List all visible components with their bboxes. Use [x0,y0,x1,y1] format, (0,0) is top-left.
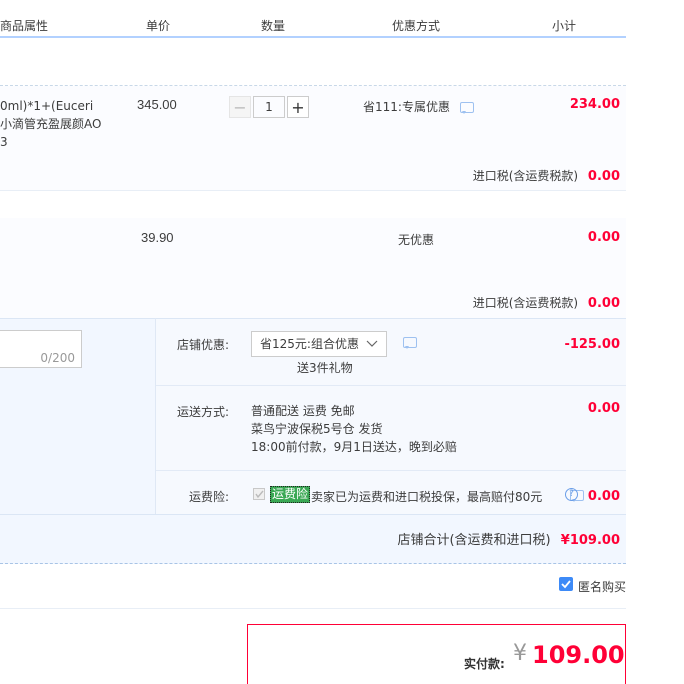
header-discount: 优惠方式 [392,19,441,33]
shipping-line2: 菜鸟宁波保税5号仓 发货 [251,422,383,436]
anonymous-checkbox[interactable] [559,577,573,591]
item1-name-line1: 0ml)*1+(Euceri [0,99,94,113]
header-quantity: 数量 [261,19,286,33]
header-subtotal: 小计 [552,19,577,33]
item1-name[interactable]: 0ml)*1+(Euceri 小滴管充盈展颜AO 3 [0,97,101,151]
item1-tax-label: 进口税(含运费税款) [472,169,579,183]
item1-name-line2: 小滴管充盈展颜AO [0,117,102,131]
store-total-value: ¥109.00 [560,533,620,548]
payment-label: 实付款: [464,657,505,671]
check-icon [561,580,571,589]
shipping-line3: 18:00前付款，9月1日送达，晚到必赔 [251,440,457,454]
item1-name-line3: 3 [0,135,8,149]
item2-tax: 进口税(含运费税款) 0.00 [473,294,620,311]
store-discount-label: 店铺优惠: [177,338,230,352]
quantity-input[interactable]: 1 [253,96,285,118]
increase-button[interactable]: + [287,96,309,118]
payment-total: 109.00 [532,641,625,669]
cart-header: 商品属性 单价 数量 优惠方式 小计 [0,0,626,38]
note-char-counter: 0/200 [40,351,75,365]
item1-tax: 进口税(含运费税款) 0.00 [473,167,620,184]
item2-discount: 无优惠 [398,233,435,247]
store-discount-selected: 省125元:组合优惠 [260,337,359,351]
item2-tax-label: 进口税(含运费税款) [472,296,579,310]
chevron-down-icon [366,340,378,347]
store-discount-message-icon[interactable] [403,337,417,349]
payment-box: 实付款: ¥ 109.00 [247,624,626,684]
shipping-value: 0.00 [587,401,620,416]
insurance-badge: 运费险 [270,486,311,503]
insurance-checkbox[interactable] [253,488,265,500]
store-discount-value: -125.00 [564,337,620,352]
item1-unit-price: 345.00 [137,97,177,112]
insurance-text: 卖家已为运费和进口税投保，最高赔付80元 [311,490,543,504]
store-total-label: 店铺合计(含运费和进口税) [397,533,551,548]
item2-tax-value: 0.00 [587,296,620,311]
payment-currency: ¥ [513,641,527,666]
store-discount-select[interactable]: 省125元:组合优惠 [251,331,387,357]
item1-discount: 省111:专属优惠 [363,98,474,115]
item1-subtotal: 234.00 [569,97,620,112]
message-icon[interactable] [459,102,474,114]
check-icon [255,490,264,499]
item2-unit-price: 39.90 [141,230,174,245]
header-unit-price: 单价 [146,19,171,33]
store-total: 店铺合计(含运费和进口税) ¥109.00 [397,529,620,548]
item1-discount-text: 省111:专属优惠 [363,100,450,114]
insurance-label: 运费险: [189,490,230,504]
shipping-line1: 普通配送 运费 免邮 [251,404,355,418]
item2-subtotal: 0.00 [587,230,620,245]
header-product-attr: 商品属性 [0,19,49,33]
insurance-value: 0.00 [587,489,620,504]
decrease-button[interactable]: − [229,96,251,118]
item1-quantity-stepper: − 1 + [229,96,309,118]
gift-text[interactable]: 送3件礼物 [297,359,353,376]
item-divider [0,190,626,191]
item1-tax-value: 0.00 [587,169,620,184]
help-icon[interactable]: ? [565,488,578,501]
shipping-details: 普通配送 运费 免邮 菜鸟宁波保税5号仓 发货 18:00前付款，9月1日送达，… [251,402,457,456]
buyer-note-textarea[interactable]: 0/200 [0,330,82,368]
anonymous-label: 匿名购买 [578,580,626,594]
shipping-label: 运送方式: [177,405,230,419]
